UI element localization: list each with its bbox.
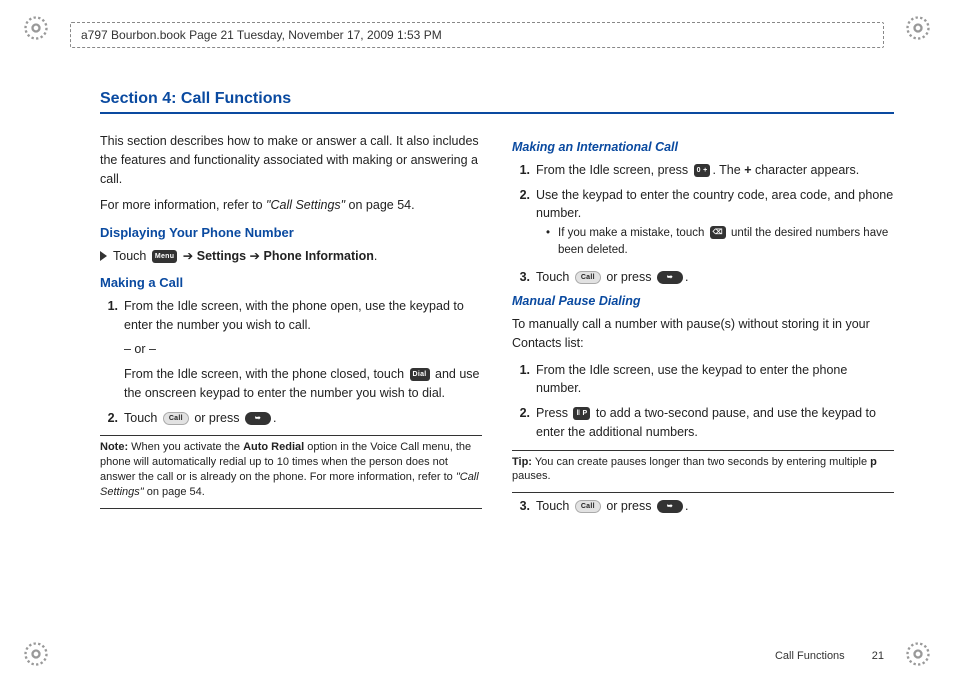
- step-number: 2.: [512, 404, 536, 442]
- section-title: Section 4: Call Functions: [100, 90, 894, 114]
- step-row: 2. Touch Call or press ➥.: [100, 409, 482, 428]
- step-body: From the Idle screen, press 0 +. The + c…: [536, 161, 894, 180]
- send-key-icon: ➥: [657, 271, 683, 284]
- call-button-icon: Call: [575, 500, 601, 513]
- step-body: From the Idle screen, with the phone ope…: [124, 297, 482, 403]
- step-row: 1. From the Idle screen, press 0 +. The …: [512, 161, 894, 180]
- step-row: 2. Use the keypad to enter the country c…: [512, 186, 894, 262]
- page-header: a797 Bourbon.book Page 21 Tuesday, Novem…: [70, 22, 884, 48]
- footer-label: Call Functions: [775, 650, 845, 662]
- step-row: 1. From the Idle screen, use the keypad …: [512, 361, 894, 399]
- note: Note: When you activate the Auto Redial …: [100, 440, 482, 499]
- step-body: Touch Call or press ➥.: [536, 268, 894, 287]
- divider: [512, 492, 894, 493]
- sub-bullet: • If you make a mistake, touch ⌫ until t…: [546, 225, 894, 260]
- divider: [100, 435, 482, 436]
- left-column: This section describes how to make or an…: [100, 132, 482, 522]
- call-button-icon: Call: [575, 271, 601, 284]
- header-text: a797 Bourbon.book Page 21 Tuesday, Novem…: [81, 28, 442, 42]
- step-body: Use the keypad to enter the country code…: [536, 186, 894, 262]
- heading-international: Making an International Call: [512, 138, 894, 157]
- send-key-icon: ➥: [245, 412, 271, 425]
- bullet-icon: •: [546, 225, 558, 260]
- step-body: Touch Call or press ➥.: [124, 409, 482, 428]
- divider: [512, 450, 894, 451]
- right-column: Making an International Call 1. From the…: [512, 132, 894, 522]
- call-button-icon: Call: [163, 412, 189, 425]
- gear-icon: [904, 14, 932, 42]
- display-step: Touch Menu ➔ Settings ➔ Phone Informatio…: [100, 247, 482, 266]
- or-divider: – or –: [124, 340, 482, 359]
- dial-icon: Dial: [410, 368, 430, 381]
- pause-key-icon: ‖ P: [573, 407, 590, 420]
- intro-ref: For more information, refer to "Call Set…: [100, 196, 482, 215]
- tip: Tip: You can create pauses longer than t…: [512, 455, 894, 485]
- send-key-icon: ➥: [657, 500, 683, 513]
- zero-key-icon: 0 +: [694, 164, 711, 177]
- step-body: Touch Call or press ➥.: [536, 497, 894, 516]
- heading-pause-dialing: Manual Pause Dialing: [512, 292, 894, 311]
- gear-icon: [22, 14, 50, 42]
- delete-icon: ⌫: [710, 226, 726, 239]
- step-number: 1.: [512, 361, 536, 399]
- page-number: 21: [872, 650, 884, 662]
- menu-icon: Menu: [152, 250, 177, 263]
- page: a797 Bourbon.book Page 21 Tuesday, Novem…: [0, 0, 954, 682]
- gear-icon: [22, 640, 50, 668]
- step-row: 3. Touch Call or press ➥.: [512, 268, 894, 287]
- columns: This section describes how to make or an…: [100, 132, 894, 522]
- intro-text: This section describes how to make or an…: [100, 132, 482, 188]
- step-row: 3. Touch Call or press ➥.: [512, 497, 894, 516]
- divider: [100, 508, 482, 509]
- heading-display-number: Displaying Your Phone Number: [100, 223, 482, 243]
- step-number: 3.: [512, 268, 536, 287]
- step-number: 1.: [100, 297, 124, 403]
- gear-icon: [904, 640, 932, 668]
- step-row: 1. From the Idle screen, with the phone …: [100, 297, 482, 403]
- step-number: 1.: [512, 161, 536, 180]
- heading-making-call: Making a Call: [100, 273, 482, 293]
- step-body: Press ‖ P to add a two-second pause, and…: [536, 404, 894, 442]
- page-footer: Call Functions 21: [775, 650, 884, 662]
- content: Section 4: Call Functions This section d…: [100, 90, 894, 622]
- triangle-bullet-icon: [100, 251, 107, 261]
- step-number: 2.: [512, 186, 536, 262]
- step-number: 2.: [100, 409, 124, 428]
- step-body: From the Idle screen, use the keypad to …: [536, 361, 894, 399]
- step-number: 3.: [512, 497, 536, 516]
- pause-intro: To manually call a number with pause(s) …: [512, 315, 894, 353]
- step-row: 2. Press ‖ P to add a two-second pause, …: [512, 404, 894, 442]
